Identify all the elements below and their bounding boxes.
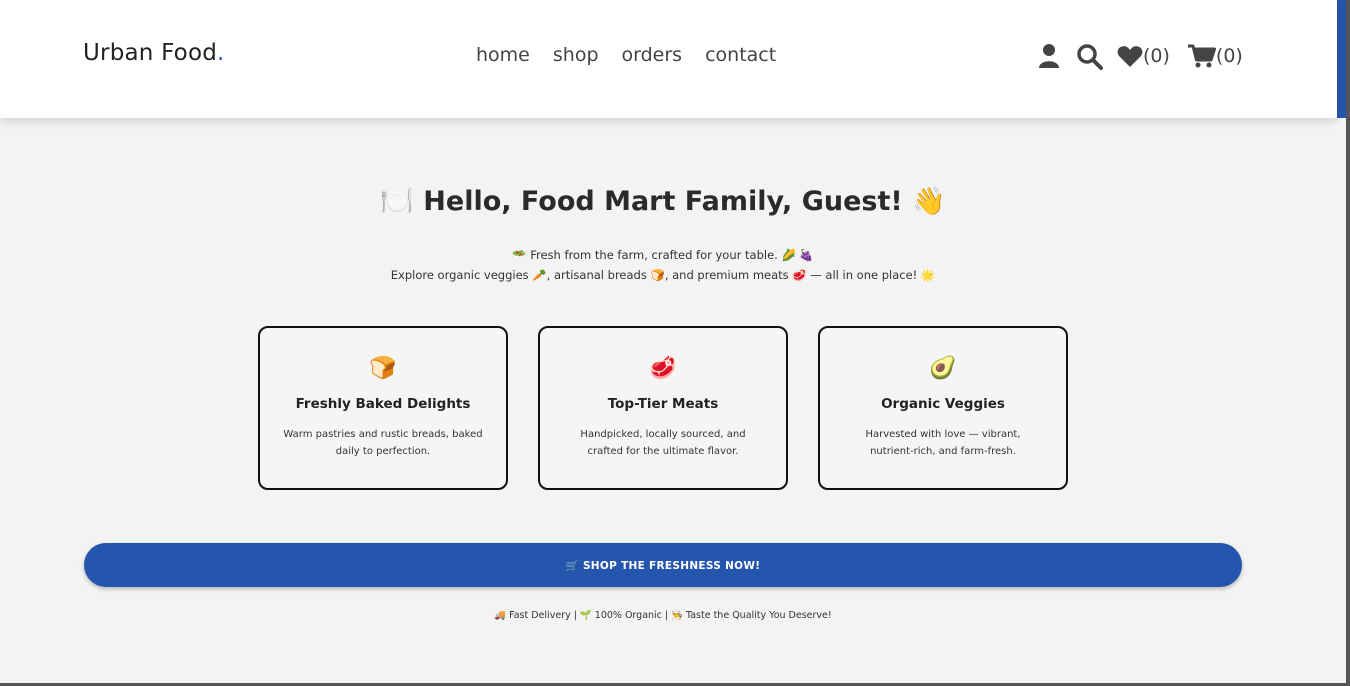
hero-section: 🍽️ Hello, Food Mart Family, Guest! 👋 🥗 F…	[0, 118, 1337, 683]
benefits-note: 🚚 Fast Delivery | 🌱 100% Organic | 👨‍🍳 T…	[494, 610, 832, 621]
meat-icon: 🥩	[649, 356, 677, 381]
feature-card-veggies: 🥑 Organic Veggies Harvested with love — …	[818, 326, 1068, 490]
logo-dot: .	[217, 40, 225, 66]
cart-button[interactable]: (0)	[1187, 43, 1243, 69]
site-logo[interactable]: Urban Food.	[83, 40, 225, 66]
avocado-icon: 🥑	[929, 356, 957, 381]
bread-icon: 🍞	[369, 356, 397, 381]
scrollbar-thumb[interactable]	[1337, 0, 1346, 118]
feature-cards: 🍞 Freshly Baked Delights Warm pastries a…	[258, 326, 1068, 490]
cart-count: (0)	[1215, 45, 1243, 67]
hero-title: 🍽️ Hello, Food Mart Family, Guest! 👋	[380, 186, 946, 217]
main-nav: home shop orders contact	[476, 44, 776, 66]
card-description: Handpicked, locally sourced, and crafted…	[580, 429, 746, 457]
card-title: Top-Tier Meats	[607, 396, 719, 412]
site-header: Urban Food. home shop orders contact (0)…	[0, 0, 1337, 118]
wishlist-count: (0)	[1143, 45, 1170, 67]
nav-shop[interactable]: shop	[553, 44, 599, 66]
user-icon[interactable]	[1038, 43, 1060, 69]
window-border-right	[1346, 0, 1350, 686]
card-title: Freshly Baked Delights	[295, 396, 471, 412]
card-description: Warm pastries and rustic breads, baked d…	[283, 429, 483, 457]
nav-contact[interactable]: contact	[705, 44, 776, 66]
wishlist-button[interactable]: (0)	[1117, 45, 1170, 68]
hero-subtitle-line-2: Explore organic veggies 🥕, artisanal bre…	[390, 268, 936, 282]
shop-now-button[interactable]: 🛒 SHOP THE FRESHNESS NOW!	[84, 543, 1242, 587]
header-icons: (0) (0)	[1038, 40, 1243, 72]
card-title: Organic Veggies	[881, 396, 1005, 412]
logo-text: Urban Food	[83, 40, 218, 66]
nav-orders[interactable]: orders	[622, 44, 683, 66]
nav-home[interactable]: home	[476, 44, 530, 66]
card-description: Harvested with love — vibrant, nutrient-…	[865, 429, 1021, 457]
cart-icon	[1187, 44, 1216, 68]
heart-icon	[1117, 45, 1143, 67]
hero-subtitle-line-1: 🥗 Fresh from the farm, crafted for your …	[512, 248, 814, 262]
search-icon[interactable]	[1076, 43, 1103, 70]
feature-card-meats: 🥩 Top-Tier Meats Handpicked, locally sou…	[538, 326, 788, 490]
feature-card-bakery: 🍞 Freshly Baked Delights Warm pastries a…	[258, 326, 508, 490]
